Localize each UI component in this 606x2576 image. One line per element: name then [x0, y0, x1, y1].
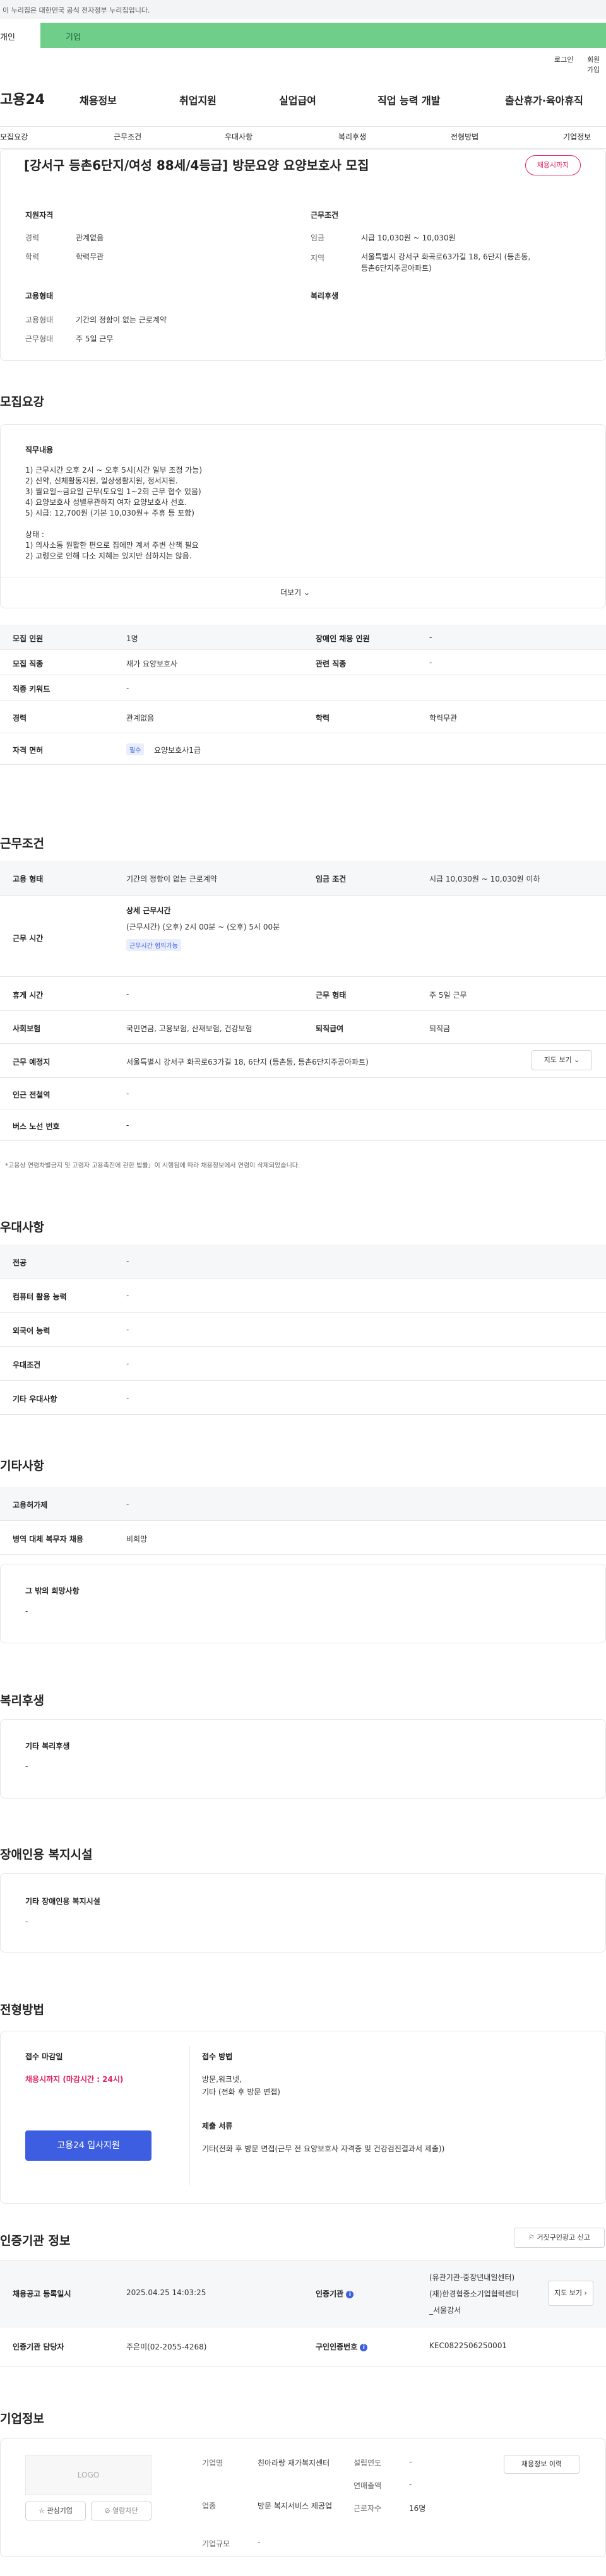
career-value: 관계없음: [76, 233, 104, 242]
job-title: [강서구 등촌6단지/여성 88세/4등급] 방문요양 요양보호사 모집: [24, 158, 369, 173]
block-icon: ⊘: [104, 2507, 110, 2515]
info-icon[interactable]: i: [360, 2343, 368, 2351]
screening-section-title: 전형방법: [0, 2003, 44, 2017]
disability-card: [0, 1873, 606, 1953]
lnb-company[interactable]: 기업정보: [563, 131, 591, 142]
gnb-parental-leave[interactable]: 출산휴가·육아휴직: [505, 92, 583, 107]
welfare-section-title: 복리후생: [0, 1694, 44, 1708]
industry-value: 방문 복지서비스 제공업: [258, 2502, 333, 2510]
edu-value: 학력무관: [76, 252, 104, 261]
lnb-pref[interactable]: 우대사항: [225, 131, 252, 142]
company-logo: LOGO: [25, 2455, 152, 2495]
star-icon: ☆: [39, 2507, 45, 2515]
block-company-button[interactable]: ⊘ 열람차단: [91, 2502, 152, 2520]
report-button[interactable]: ⚐ 거짓구인광고 신고: [514, 2228, 605, 2248]
duty-line: 2) 고령으로 인해 다소 지혜는 있지만 심하지는 않음.: [25, 552, 192, 560]
employee-count-value: 16명: [409, 2504, 426, 2513]
screening-card: [0, 2031, 606, 2204]
welfare-card: [0, 1719, 606, 1799]
site-logo[interactable]: 고용24: [0, 88, 45, 109]
documents-value: 기타(전화 후 방문 면접(근무 전 요양보호사 자격증 및 건강검진결과서 제…: [202, 2144, 445, 2153]
welfare-summary-title: 복리후생: [311, 292, 339, 300]
user-type-bar: [0, 23, 606, 48]
license-value: 요양보호사1급: [154, 746, 201, 755]
other-wishes-card: [0, 1564, 606, 1643]
cert-contact-value: 주은미(02-2055-4268): [126, 2343, 207, 2351]
cert-map-button[interactable]: 지도 보기 ›: [548, 2281, 593, 2306]
section-nav: [0, 126, 606, 149]
chevron-down-icon: ⌄: [574, 1056, 580, 1064]
duty-line: 1) 의사소통 원활한 편으로 집에만 계셔 주변 산책 필요: [25, 541, 199, 550]
age-notice: *고용상 연령차별금지 및 고령자 고용촉진에 관한 법률」이 시행됨에 따라 …: [5, 1162, 300, 1169]
cert-section-title: 인증기관 정보: [0, 2234, 71, 2248]
disability-section-title: 장애인용 복지시설: [0, 1848, 93, 1862]
pref-section-title: 우대사항: [0, 1220, 44, 1234]
chevron-right-icon: ›: [584, 2289, 587, 2297]
lnb-screening[interactable]: 전형방법: [451, 131, 478, 142]
company-name-value: 친아라랑 재가복지센터: [258, 2459, 330, 2467]
info-icon[interactable]: i: [346, 2290, 354, 2298]
report-icon: ⚐: [528, 2233, 535, 2242]
duty-line: [25, 518, 568, 529]
cond-title: 근무조건: [311, 211, 339, 220]
headcount-value: 1명: [126, 634, 138, 643]
signup-link[interactable]: 회원가입: [587, 54, 606, 74]
deadline-value: 채용시까지 (마감시간 : 24시): [25, 2075, 124, 2084]
recruit-section-title: 모집요강: [0, 395, 44, 409]
wage-value: 시급 10,030원 ~ 10,030원: [361, 233, 456, 242]
gov-banner: 이 누리집은 대한민국 공식 전자정부 누리집입니다.: [0, 0, 606, 19]
wage-condition-value: 시급 10,030원 ~ 10,030원 이하: [429, 875, 540, 883]
work-section-title: 근무조건: [0, 837, 44, 851]
insurance-value: 국민연금, 고용보험, 산재보험, 건강보험: [126, 1024, 252, 1033]
duty-line: 3) 월요일~금요일 근무(토요일 1~2회 근무 협수 있음): [25, 487, 201, 496]
posting-datetime-value: 2025.04.25 14:03:25: [126, 2288, 206, 2297]
cert-number-value: KEC0822506250001: [429, 2341, 508, 2350]
posting-history-button[interactable]: 채용정보 이력: [504, 2455, 579, 2474]
tab-company[interactable]: 기업: [66, 30, 81, 42]
duty-line: 1) 근무시간 오후 2시 ~ 오후 5시(시간 일부 조정 가능): [25, 466, 203, 475]
area-value: 서울특별시 강서구 화곡로63가길 18, 6단지 (등촌동,: [361, 252, 531, 261]
required-badge: 필수: [126, 743, 145, 755]
gnb-unemployment-benefit[interactable]: 실업급여: [279, 92, 316, 107]
lnb-welfare[interactable]: 복리후생: [338, 131, 366, 142]
workplace-value: 서울특별시 강서구 화곡로63가길 18, 6단지 (등촌동, 등촌6단지주공아…: [126, 1058, 369, 1066]
chevron-down-icon: ⌄: [303, 588, 311, 597]
qual-title: 지원자격: [25, 211, 54, 220]
military-service-value: 비희망: [126, 1535, 148, 1544]
lnb-recruit[interactable]: 모집요강: [0, 131, 28, 142]
duty-line: 5) 시급: 12,700원 (기본 10,030원+ 주휴 등 포함): [25, 509, 194, 517]
etc-section-title: 기타사항: [0, 1459, 44, 1473]
duty-text: 1) 근무시간 오후 2시 ~ 오후 5시(시간 일부 조정 가능) 2) 신약,…: [25, 464, 568, 561]
hours-negotiable-badge: 근무시간 협의가능: [126, 939, 181, 951]
gnb-employment-support[interactable]: 취업지원: [179, 92, 217, 107]
tab-personal[interactable]: 개인: [0, 23, 40, 48]
favorite-company-button[interactable]: ☆ 관심기업: [25, 2502, 86, 2520]
duty-line: 4) 요양보호사 성별무관하지 여자 요양보호사 선호.: [25, 498, 187, 507]
gnb-jobs[interactable]: 채용정보: [80, 92, 117, 107]
lnb-work[interactable]: 근무조건: [114, 131, 141, 142]
apply-button[interactable]: 고용24 입사지원: [25, 2130, 152, 2161]
emp-title: 고용형태: [25, 292, 54, 300]
employment-type-value: 기간의 정함이 없는 근로계약: [126, 875, 217, 883]
login-link[interactable]: 로그인: [554, 54, 573, 64]
gnb-vocational-training[interactable]: 직업 능력 개발: [377, 92, 440, 107]
more-button[interactable]: 더보기 ⌄: [280, 587, 310, 598]
company-section-title: 기업정보: [0, 2412, 44, 2426]
status-badge: 채용시까지: [525, 155, 581, 175]
work-hours-value: (근무시간) (오후) 2시 00분 ~ (오후) 5시 00분: [126, 923, 280, 931]
map-view-button[interactable]: 지도 보기 ⌄: [532, 1050, 592, 1070]
duty-line: 상태 :: [25, 530, 44, 539]
duty-line: 2) 신약, 신체활동지원, 일상생활지원, 정서지원.: [25, 476, 178, 485]
